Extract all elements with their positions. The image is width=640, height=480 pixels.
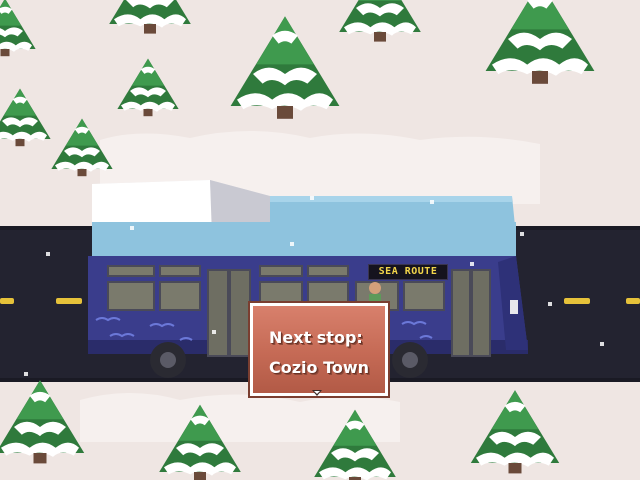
advance-arrow-icon[interactable]: [312, 390, 322, 396]
game-scene: SEA ROUTE Next stop: Cozio Town: [0, 0, 640, 480]
dialog-line-2: Cozio Town: [269, 358, 370, 377]
dialog-box[interactable]: Next stop: Cozio Town: [248, 301, 390, 398]
overworld-map: [0, 0, 640, 480]
bus-destination-sign: SEA ROUTE: [368, 264, 448, 280]
dialog-line-1: Next stop:: [269, 328, 363, 347]
